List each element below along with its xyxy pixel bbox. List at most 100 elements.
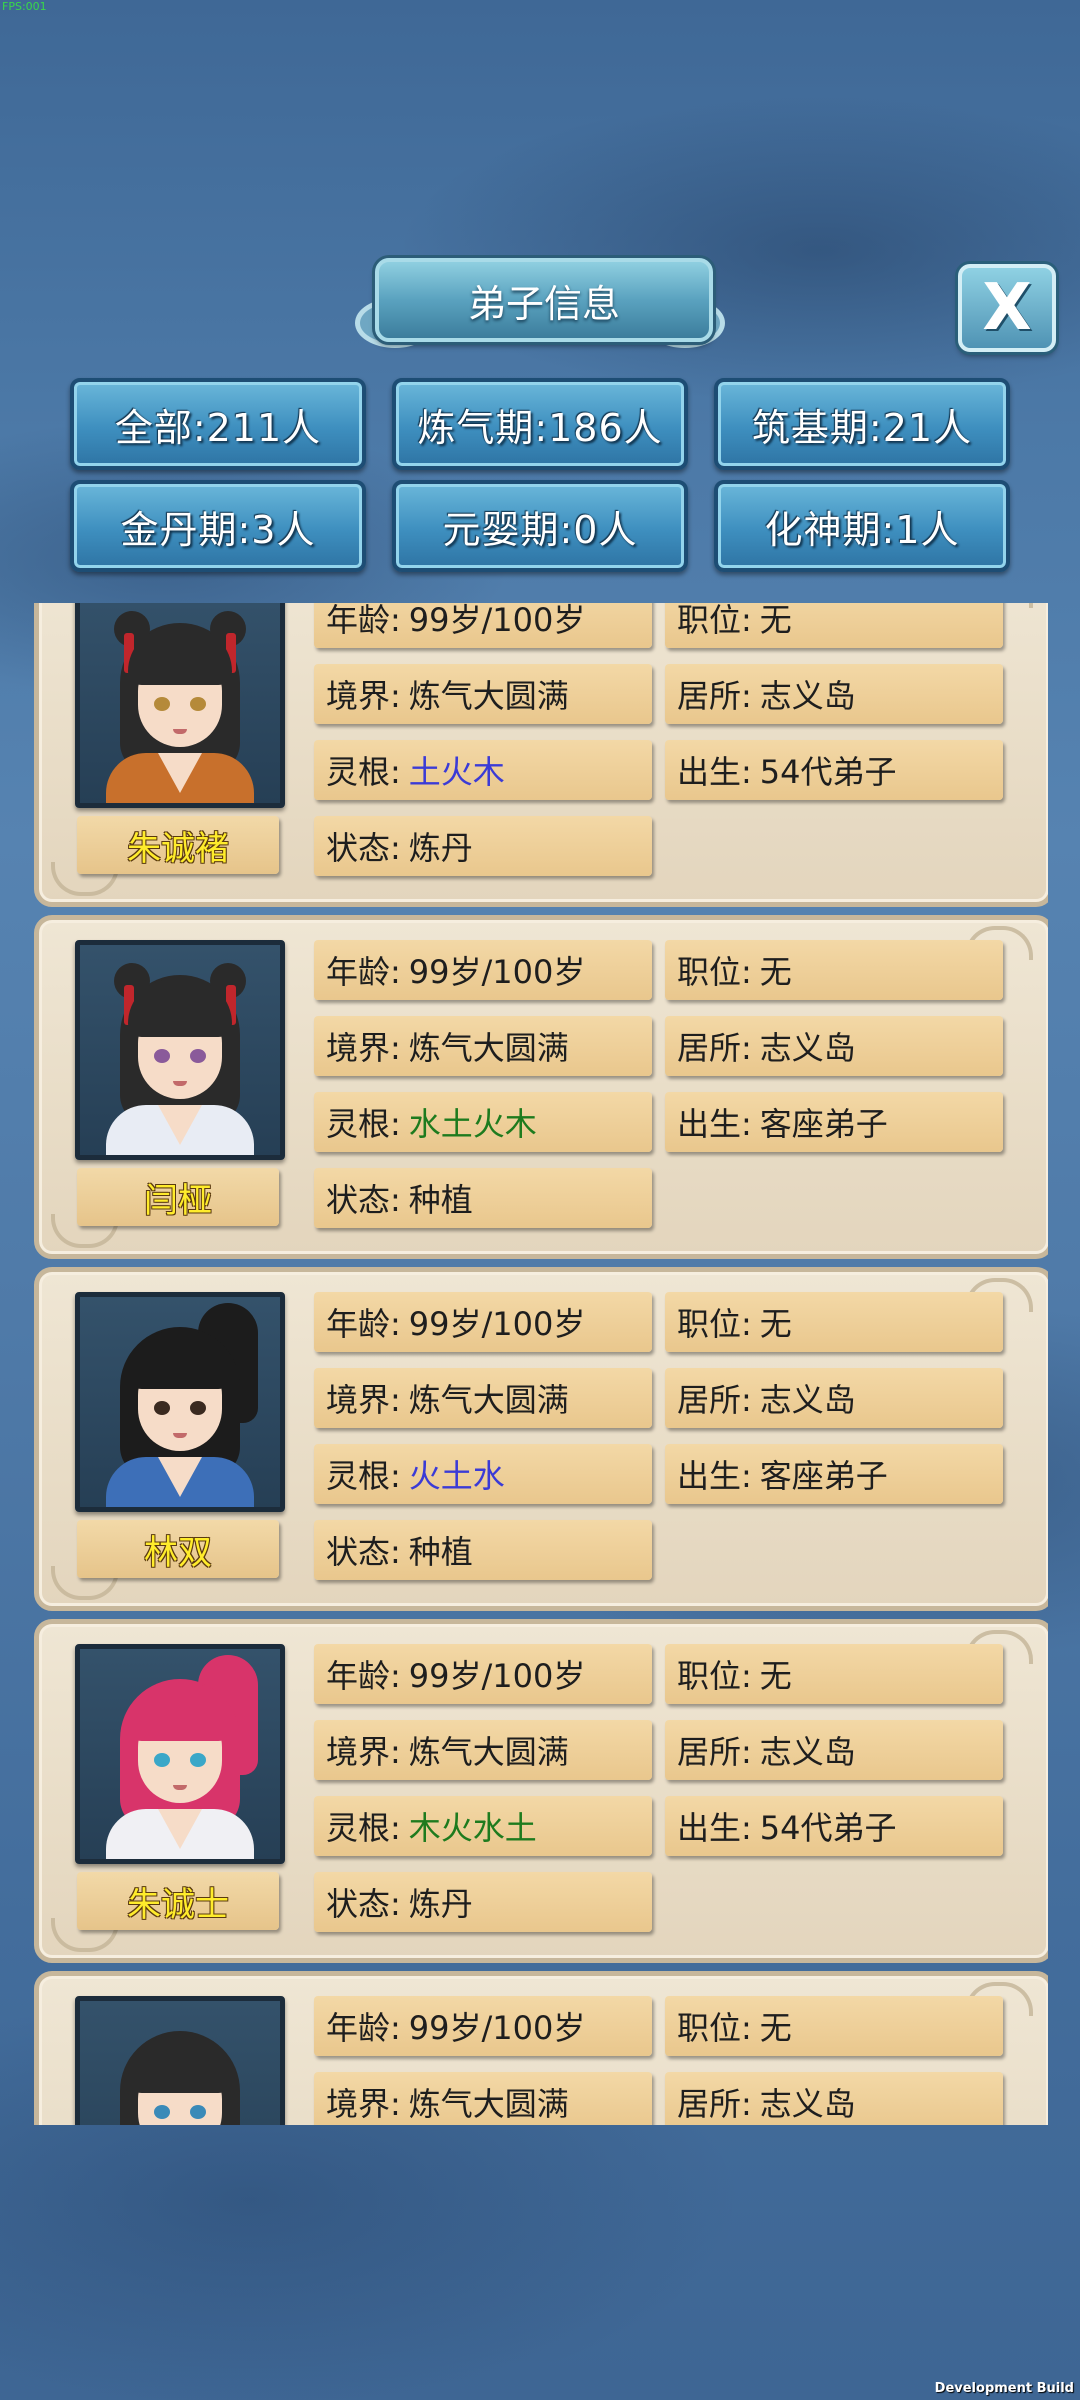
filter-tab-qi-refining[interactable]: 炼气期:186人: [392, 378, 688, 470]
disciple-name-plate: 闫桠: [77, 1168, 279, 1226]
status-label: 状态:: [326, 1533, 401, 1571]
portrait-eye: [190, 2105, 206, 2119]
age-value: 99岁/100岁: [408, 1657, 586, 1695]
disciple-portrait[interactable]: [75, 940, 285, 1160]
origin-label: 出生:: [677, 1809, 752, 1847]
origin-field: 出生: 54代弟子: [665, 740, 1003, 800]
realm-field: 境界: 炼气大圆满: [314, 1368, 652, 1428]
age-label: 年龄:: [326, 1657, 401, 1695]
disciple-list[interactable]: 朱诚褚 年龄: 99岁/100岁 职位: 无 境界: 炼气大圆满 居所: 志义岛 灵根:…: [32, 603, 1048, 2125]
portrait-eye: [154, 697, 170, 711]
filter-tab-foundation[interactable]: 筑基期:21人: [714, 378, 1010, 470]
residence-value: 志义岛: [759, 2085, 856, 2123]
age-field: 年龄: 99岁/100岁: [314, 1292, 652, 1352]
disciple-name-plate: 林双: [77, 1520, 279, 1578]
disciple-card[interactable]: 朱诚褚 年龄: 99岁/100岁 职位: 无 境界: 炼气大圆满 居所: 志义岛 灵根:…: [34, 603, 1048, 907]
disciple-card[interactable]: 闫桠 年龄: 99岁/100岁 职位: 无 境界: 炼气大圆满 居所: 志义岛 灵根: 水…: [34, 915, 1048, 1259]
spirit-root-value: 木火水土: [408, 1809, 537, 1847]
age-field: 年龄: 99岁/100岁: [314, 940, 652, 1000]
disciple-portrait[interactable]: [75, 603, 285, 808]
position-label: 职位:: [677, 1657, 752, 1695]
portrait-eye: [154, 1753, 170, 1767]
realm-value: 炼气大圆满: [408, 1381, 569, 1419]
origin-field: 出生: 54代弟子: [665, 1796, 1003, 1856]
age-field: 年龄: 99岁/100岁: [314, 1644, 652, 1704]
realm-label: 境界:: [326, 677, 401, 715]
realm-field: 境界: 炼气大圆满: [314, 1720, 652, 1780]
realm-field: 境界: 炼气大圆满: [314, 1016, 652, 1076]
spirit-root-value: 水土火木: [408, 1105, 537, 1143]
age-label: 年龄:: [326, 953, 401, 991]
status-field: 状态: 炼丹: [314, 1872, 652, 1932]
filter-tab-label: 元婴期:0人: [442, 507, 638, 552]
status-label: 状态:: [326, 829, 401, 867]
disciple-name: 闫桠: [144, 1180, 212, 1221]
age-label: 年龄:: [326, 2009, 401, 2047]
spirit-root-field: 灵根: 土火木: [314, 740, 652, 800]
realm-value: 炼气大圆满: [408, 1733, 569, 1771]
residence-value: 志义岛: [759, 1733, 856, 1771]
disciple-portrait[interactable]: [75, 1292, 285, 1512]
disciple-name: 林双: [144, 1532, 212, 1573]
age-label: 年龄:: [326, 1305, 401, 1343]
fps-counter: FPS:001: [2, 0, 47, 13]
residence-label: 居所:: [677, 677, 752, 715]
position-field: 职位: 无: [665, 1292, 1003, 1352]
filter-tab-label: 炼气期:186人: [417, 405, 663, 450]
status-label: 状态:: [326, 1181, 401, 1219]
origin-field: 出生: 客座弟子: [665, 1092, 1003, 1152]
realm-label: 境界:: [326, 1733, 401, 1771]
filter-tab-all[interactable]: 全部:211人: [70, 378, 366, 470]
age-value: 99岁/100岁: [408, 603, 586, 639]
realm-value: 炼气大圆满: [408, 1029, 569, 1067]
origin-value: 54代弟子: [759, 1809, 897, 1847]
residence-value: 志义岛: [759, 1029, 856, 1067]
filter-tab-label: 化神期:1人: [764, 507, 960, 552]
portrait-eye: [154, 1049, 170, 1063]
position-label: 职位:: [677, 2009, 752, 2047]
position-value: 无: [759, 2009, 792, 2047]
spirit-root-label: 灵根:: [326, 753, 401, 791]
realm-value: 炼气大圆满: [408, 2085, 569, 2123]
position-field: 职位: 无: [665, 1644, 1003, 1704]
residence-field: 居所: 志义岛: [665, 664, 1003, 724]
age-value: 99岁/100岁: [408, 1305, 586, 1343]
title-banner: 弟子信息: [355, 258, 725, 348]
position-label: 职位:: [677, 1305, 752, 1343]
position-value: 无: [759, 1305, 792, 1343]
residence-field: 居所: 志义岛: [665, 1368, 1003, 1428]
filter-tab-label: 金丹期:3人: [120, 507, 316, 552]
spirit-root-label: 灵根:: [326, 1809, 401, 1847]
filter-tab-nascent-soul[interactable]: 元婴期:0人: [392, 480, 688, 572]
filter-tab-spirit-transform[interactable]: 化神期:1人: [714, 480, 1010, 572]
disciple-portrait[interactable]: [75, 1996, 285, 2125]
portrait-eye: [190, 1753, 206, 1767]
residence-value: 志义岛: [759, 1381, 856, 1419]
status-field: 状态: 种植: [314, 1520, 652, 1580]
spirit-root-label: 灵根:: [326, 1457, 401, 1495]
position-value: 无: [759, 1657, 792, 1695]
status-field: 状态: 炼丹: [314, 816, 652, 876]
status-value: 种植: [408, 1181, 473, 1219]
disciple-portrait[interactable]: [75, 1644, 285, 1864]
filter-tab-label: 全部:211人: [114, 405, 322, 450]
origin-label: 出生:: [677, 753, 752, 791]
origin-label: 出生:: [677, 1105, 752, 1143]
residence-label: 居所:: [677, 2085, 752, 2123]
filter-tab-golden-core[interactable]: 金丹期:3人: [70, 480, 366, 572]
position-label: 职位:: [677, 603, 752, 639]
disciple-card[interactable]: 年龄: 99岁/100岁 职位: 无 境界: 炼气大圆满 居所: 志义岛: [34, 1971, 1048, 2125]
close-button[interactable]: X: [958, 264, 1056, 352]
disciple-card[interactable]: 林双 年龄: 99岁/100岁 职位: 无 境界: 炼气大圆满 居所: 志义岛 灵根: 火…: [34, 1267, 1048, 1611]
spirit-root-field: 灵根: 水土火木: [314, 1092, 652, 1152]
realm-value: 炼气大圆满: [408, 677, 569, 715]
spirit-root-field: 灵根: 火土水: [314, 1444, 652, 1504]
spirit-root-value: 土火木: [408, 753, 505, 791]
realm-field: 境界: 炼气大圆满: [314, 2072, 652, 2125]
disciple-card[interactable]: 朱诚士 年龄: 99岁/100岁 职位: 无 境界: 炼气大圆满 居所: 志义岛 灵根:…: [34, 1619, 1048, 1963]
position-field: 职位: 无: [665, 940, 1003, 1000]
position-label: 职位:: [677, 953, 752, 991]
portrait-eye: [154, 1401, 170, 1415]
title-plate: 弟子信息: [375, 258, 713, 342]
origin-value: 客座弟子: [759, 1457, 888, 1495]
